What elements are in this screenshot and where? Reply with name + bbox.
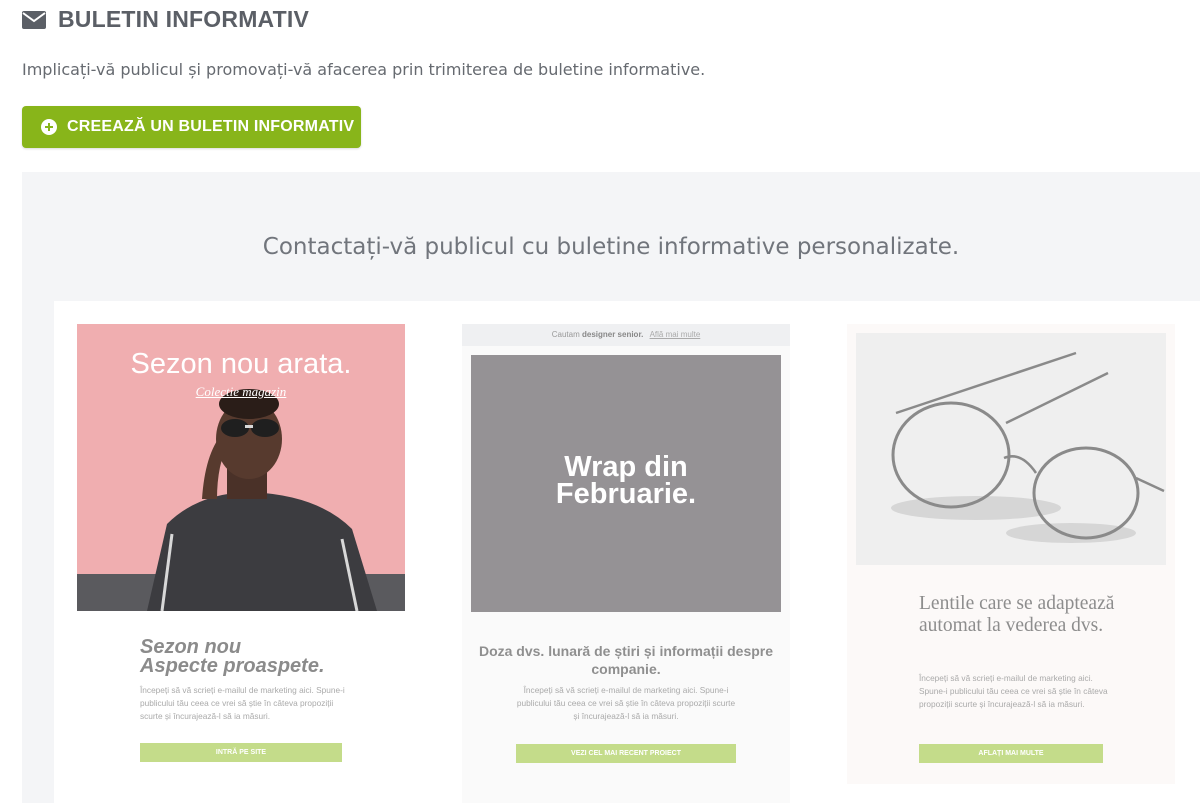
- fashion-body: Începeți să vă scrieți e-mailul de marke…: [140, 685, 345, 721]
- showcase-panel: Contactați-vă publicul cu buletine infor…: [22, 172, 1200, 803]
- company-bar-link[interactable]: Află mai multe: [650, 330, 701, 339]
- fashion-button[interactable]: INTRĂ PE SITE: [140, 743, 342, 762]
- create-newsletter-button[interactable]: CREEAZĂ UN BULETIN INFORMATIV: [22, 106, 361, 148]
- eyeglasses-drawing: [856, 333, 1166, 565]
- eyewear-heading: Lentile care se adaptează automat la ved…: [919, 593, 1115, 636]
- company-hero-line2: Februarie.: [555, 478, 697, 510]
- templates-preview: Sezon nou arata. Colectie magazin Sezon …: [54, 301, 1200, 803]
- company-bar-text: Cautam: [551, 330, 580, 339]
- fashion-heading: Sezon nou Aspecte proaspete.: [140, 637, 380, 677]
- plus-circle-icon: [41, 119, 57, 135]
- company-hero: Wrap din Februarie.: [471, 355, 781, 612]
- company-heading: Doza dvs. lunară de știri și informații …: [478, 643, 774, 677]
- company-hero-title: Wrap din Februarie.: [471, 451, 781, 510]
- page-title: BULETIN INFORMATIV: [58, 6, 310, 32]
- fashion-heading-line2: Aspecte proaspete.: [140, 655, 325, 677]
- company-button[interactable]: VEZI CEL MAI RECENT PROIECT: [516, 744, 736, 763]
- envelope-icon: [22, 10, 46, 29]
- eyewear-body: Începeți să vă scrieți e-mailul de marke…: [919, 673, 1108, 709]
- eyeglasses-image: [856, 333, 1166, 565]
- eyewear-button[interactable]: AFLAȚI MAI MULTE: [919, 744, 1103, 763]
- create-newsletter-label: CREEAZĂ UN BULETIN INFORMATIV: [67, 118, 355, 135]
- fashion-hero-title: Sezon nou arata.: [130, 348, 352, 380]
- page-header: BULETIN INFORMATIV: [22, 6, 309, 33]
- showcase-title: Contactați-vă publicul cu buletine infor…: [262, 234, 960, 260]
- company-bar-bold: designer senior.: [581, 330, 644, 339]
- company-top-bar: Cautam designer senior. Află mai multe: [462, 324, 790, 346]
- company-hero-line1: Wrap din: [564, 451, 688, 483]
- fashion-hero-link[interactable]: Colectie magazin: [77, 384, 405, 400]
- fashion-hero: Sezon nou arata. Colectie magazin: [77, 324, 405, 611]
- page-subtitle: Implicați-vă publicul și promovați-vă af…: [22, 60, 706, 79]
- company-body: Începeți să vă scrieți e-mailul de marke…: [516, 685, 736, 721]
